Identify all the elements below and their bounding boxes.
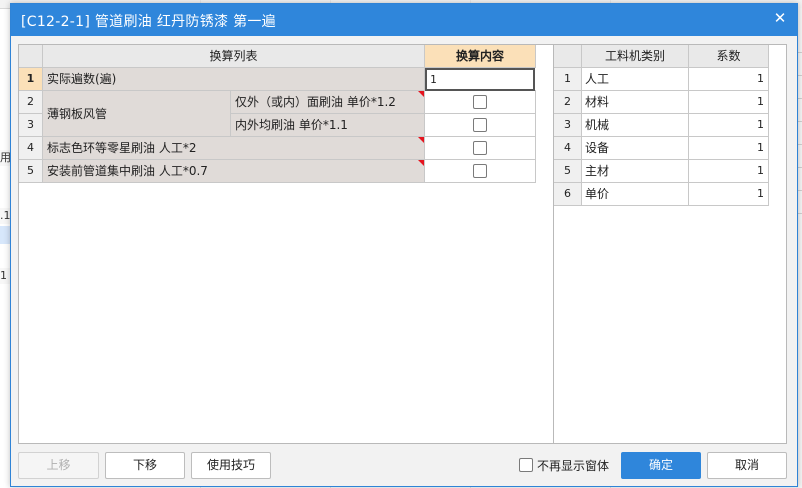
move-up-button[interactable]: 上移	[18, 452, 99, 479]
coefficient-panel: 工料机类别 系数 1 人工 1 2 材料 1 3 机械 1 4 设备 1 5 主…	[553, 44, 787, 444]
dont-show-checkbox[interactable]	[519, 458, 533, 472]
background-left-text: 1	[0, 268, 10, 284]
dialog-title: [C12-2-1] 管道刷油 红丹防锈漆 第一遍	[21, 14, 276, 30]
conversion-dialog: [C12-2-1] 管道刷油 红丹防锈漆 第一遍 ✕ 换算列表 换算内容 1 实…	[10, 3, 798, 487]
coefficient-cell[interactable]: 1	[689, 114, 769, 137]
row-number: 5	[19, 160, 43, 183]
conversion-item-label: 内外均刷油 单价*1.1	[231, 114, 425, 137]
background-selected-row	[0, 226, 10, 244]
conversion-value-cell	[425, 91, 536, 114]
dont-show-label: 不再显示窗体	[537, 459, 610, 473]
coefficient-cell[interactable]: 1	[689, 91, 769, 114]
conversion-item-label: 标志色环等零星刷油 人工*2	[43, 137, 425, 160]
coefficient-cell[interactable]: 1	[689, 183, 769, 206]
row-number: 3	[554, 114, 582, 137]
row-number: 1	[19, 68, 43, 91]
row-number: 3	[19, 114, 43, 137]
row-number: 1	[554, 68, 582, 91]
resource-type-cell[interactable]: 单价	[582, 183, 689, 206]
conversion-group-label: 薄钢板风管	[43, 91, 231, 137]
corner-header	[19, 45, 43, 68]
conversion-item-label: 实际遍数(遍)	[43, 68, 425, 91]
close-icon[interactable]: ✕	[771, 9, 789, 27]
background-left-text: .1	[0, 208, 10, 224]
conversion-list-panel: 换算列表 换算内容 1 实际遍数(遍) 1 2 薄钢板风管 仅外（或内）面刷油 …	[18, 44, 554, 444]
conversion-checkbox[interactable]	[473, 164, 487, 178]
cancel-button[interactable]: 取消	[707, 452, 787, 479]
resource-type-cell[interactable]: 材料	[582, 91, 689, 114]
dialog-title-bar[interactable]: [C12-2-1] 管道刷油 红丹防锈漆 第一遍 ✕	[11, 4, 797, 36]
row-number: 2	[554, 91, 582, 114]
row-number: 4	[554, 137, 582, 160]
background-left-text: 用	[0, 150, 10, 166]
conversion-checkbox[interactable]	[473, 95, 487, 109]
ok-button[interactable]: 确定	[621, 452, 701, 479]
header-resource-type: 工料机类别	[582, 45, 689, 68]
header-conversion-list: 换算列表	[43, 45, 425, 68]
conversion-checkbox[interactable]	[473, 118, 487, 132]
header-conversion-content: 换算内容	[425, 45, 536, 68]
conversion-value-cell	[425, 114, 536, 137]
row-number: 4	[19, 137, 43, 160]
resource-type-cell[interactable]: 主材	[582, 160, 689, 183]
row-number: 5	[554, 160, 582, 183]
corner-header	[554, 45, 582, 68]
coefficient-cell[interactable]: 1	[689, 160, 769, 183]
resource-type-cell[interactable]: 设备	[582, 137, 689, 160]
coefficient-cell[interactable]: 1	[689, 68, 769, 91]
actual-passes-input[interactable]: 1	[425, 68, 535, 91]
conversion-value-cell: 1	[425, 68, 536, 91]
row-number: 6	[554, 183, 582, 206]
tips-button[interactable]: 使用技巧	[191, 452, 271, 479]
conversion-checkbox[interactable]	[473, 141, 487, 155]
resource-type-cell[interactable]: 人工	[582, 68, 689, 91]
row-number: 2	[19, 91, 43, 114]
conversion-value-cell	[425, 160, 536, 183]
conversion-value-cell	[425, 137, 536, 160]
conversion-item-label: 安装前管道集中刷油 人工*0.7	[43, 160, 425, 183]
move-down-button[interactable]: 下移	[105, 452, 185, 479]
conversion-item-label: 仅外（或内）面刷油 单价*1.2	[231, 91, 425, 114]
header-coefficient: 系数	[689, 45, 769, 68]
coefficient-cell[interactable]: 1	[689, 137, 769, 160]
resource-type-cell[interactable]: 机械	[582, 114, 689, 137]
